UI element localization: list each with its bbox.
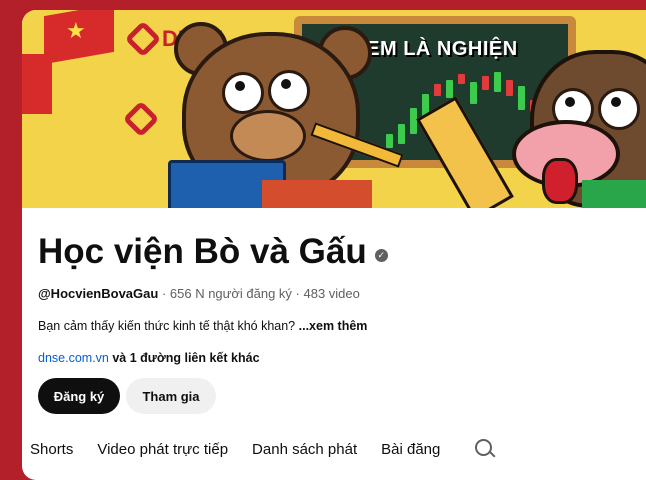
candle-icon [410,108,417,134]
dnse-logo-secondary [122,100,160,138]
dnse-logo-icon [122,100,160,138]
subscriber-count: 656 N người đăng ký [169,286,292,301]
channel-name: Học viện Bò và Gấu [38,232,367,271]
bull-mouth [542,158,578,204]
dnse-logo-icon [124,20,162,58]
bear-shirt [262,180,372,208]
candle-icon [434,84,441,96]
show-more-link[interactable]: ...xem thêm [299,319,368,333]
channel-card: ★ DNSE XEM LÀ NGHIỆN [22,10,646,480]
candle-icon [386,134,393,148]
bull-shirt [582,180,646,208]
bear-eye [222,72,264,114]
tab-playlists[interactable]: Danh sách phát [252,441,357,458]
bear-snout [230,110,306,162]
channel-links[interactable]: dnse.com.vn và 1 đường liên kết khác [38,351,260,365]
tab-posts[interactable]: Bài đăng [381,441,440,458]
bull-eye [598,88,640,130]
channel-tabs: Shorts Video phát trực tiếp Danh sách ph… [30,438,496,460]
join-button[interactable]: Tham gia [126,378,216,414]
candle-icon [482,76,489,90]
star-icon: ★ [66,18,86,43]
description-text: Bạn cảm thấy kiến thức kinh tế thật khó … [38,319,296,333]
candle-icon [398,124,405,144]
candle-icon [458,74,465,84]
channel-description[interactable]: Bạn cảm thấy kiến thức kinh tế thật khó … [38,319,367,333]
candle-icon [518,86,525,110]
search-icon[interactable] [474,438,496,460]
candle-icon [446,80,453,98]
channel-banner: ★ DNSE XEM LÀ NGHIỆN [22,10,646,208]
website-link[interactable]: dnse.com.vn [38,351,109,365]
video-count: 483 video [303,286,360,301]
candle-icon [494,72,501,92]
candle-icon [470,82,477,104]
channel-handle: @HocvienBovaGau [38,286,159,301]
tab-live[interactable]: Video phát trực tiếp [97,441,228,458]
channel-title-row: Học viện Bò và Gấu ✓ [38,232,388,272]
subscribe-button[interactable]: Đăng ký [38,378,120,414]
more-links-link[interactable]: và 1 đường liên kết khác [112,351,259,365]
channel-meta: @HocvienBovaGau · 656 N người đăng ký · … [38,286,360,301]
bear-eye [268,70,310,112]
tab-shorts[interactable]: Shorts [30,441,73,458]
candle-icon [506,80,513,96]
verified-check-icon: ✓ [374,248,388,262]
